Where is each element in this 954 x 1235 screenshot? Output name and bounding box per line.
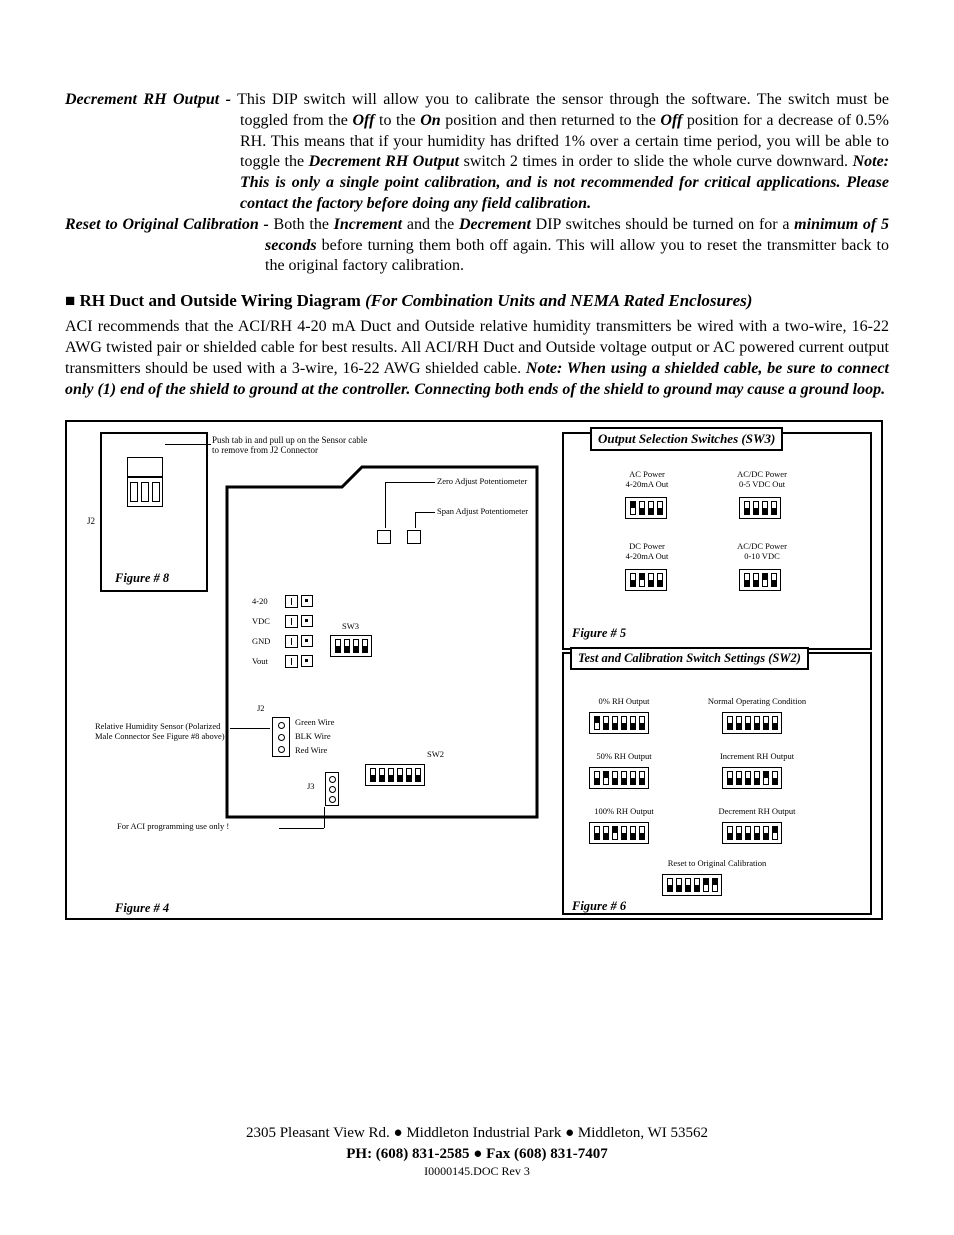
para-decrement: Decrement RH Output - This DIP switch wi… [65,90,889,215]
wire-blk: BLK Wire [295,732,331,741]
wire-green: Green Wire [295,718,334,727]
dip-decrement [722,822,782,844]
footer-phone: PH: (608) 831-2585 ● Fax (608) 831-7407 [0,1144,954,1165]
footer-rev: I0000145.DOC Rev 3 [0,1164,954,1180]
aci-prog-note: For ACI programming use only ! [117,822,229,831]
rh-sensor-note: Relative Humidity Sensor (Polarized Male… [95,722,230,741]
dip-normal [722,712,782,734]
figure-4-label: Figure # 4 [115,902,169,916]
label-reset: Reset to Original Calibration - [65,216,269,233]
term-4-20: 4-20 [252,597,268,606]
dip-50rh [589,767,649,789]
sw2-label: SW2 [427,750,444,759]
figure-8-label: Figure # 8 [115,572,169,586]
para-wiring: ACI recommends that the ACI/RH 4-20 mA D… [65,317,889,400]
dip-ac-420 [625,497,667,519]
panel5-title: Output Selection Switches (SW3) [590,427,783,451]
dip-0rh [589,712,649,734]
term-vout: Vout [252,657,268,666]
figure-5-panel [562,432,872,650]
j2-block [127,457,163,477]
zero-pot [377,530,391,544]
dip-100rh [589,822,649,844]
dip-acdc-010v [739,569,781,591]
j2-small-label: J2 [257,704,265,713]
term-gnd: GND [252,637,270,646]
label-decrement: Decrement RH Output - [65,91,231,108]
document-page: Decrement RH Output - This DIP switch wi… [0,0,954,920]
wire-red: Red Wire [295,746,327,755]
wiring-diagram: Push tab in and pull up on the Sensor ca… [65,420,883,920]
sw2-onboard [365,764,425,786]
page-footer: 2305 Pleasant View Rd. ● Middleton Indus… [0,1123,954,1180]
figure-5-label: Figure # 5 [572,627,626,641]
panel6-title: Test and Calibration Switch Settings (SW… [570,647,809,670]
dip-reset [662,874,722,896]
zero-label: Zero Adjust Potentiometer [437,477,527,486]
sw3-label: SW3 [342,622,359,631]
fig8-frame [100,432,208,592]
dip-dc-420 [625,569,667,591]
bullet-icon: ■ [65,291,75,310]
sw3-onboard [330,635,372,657]
para-reset: Reset to Original Calibration - Both the… [65,215,889,277]
figure-6-label: Figure # 6 [572,900,626,914]
footer-address: 2305 Pleasant View Rd. ● Middleton Indus… [0,1123,954,1144]
j3-label: J3 [307,782,315,791]
j2-label: J2 [87,517,95,527]
span-label: Span Adjust Potentiometer [437,507,528,516]
section-heading: ■ RH Duct and Outside Wiring Diagram (Fo… [65,291,889,311]
term-vdc: VDC [252,617,270,626]
dip-increment [722,767,782,789]
dip-acdc-05v [739,497,781,519]
span-pot [407,530,421,544]
